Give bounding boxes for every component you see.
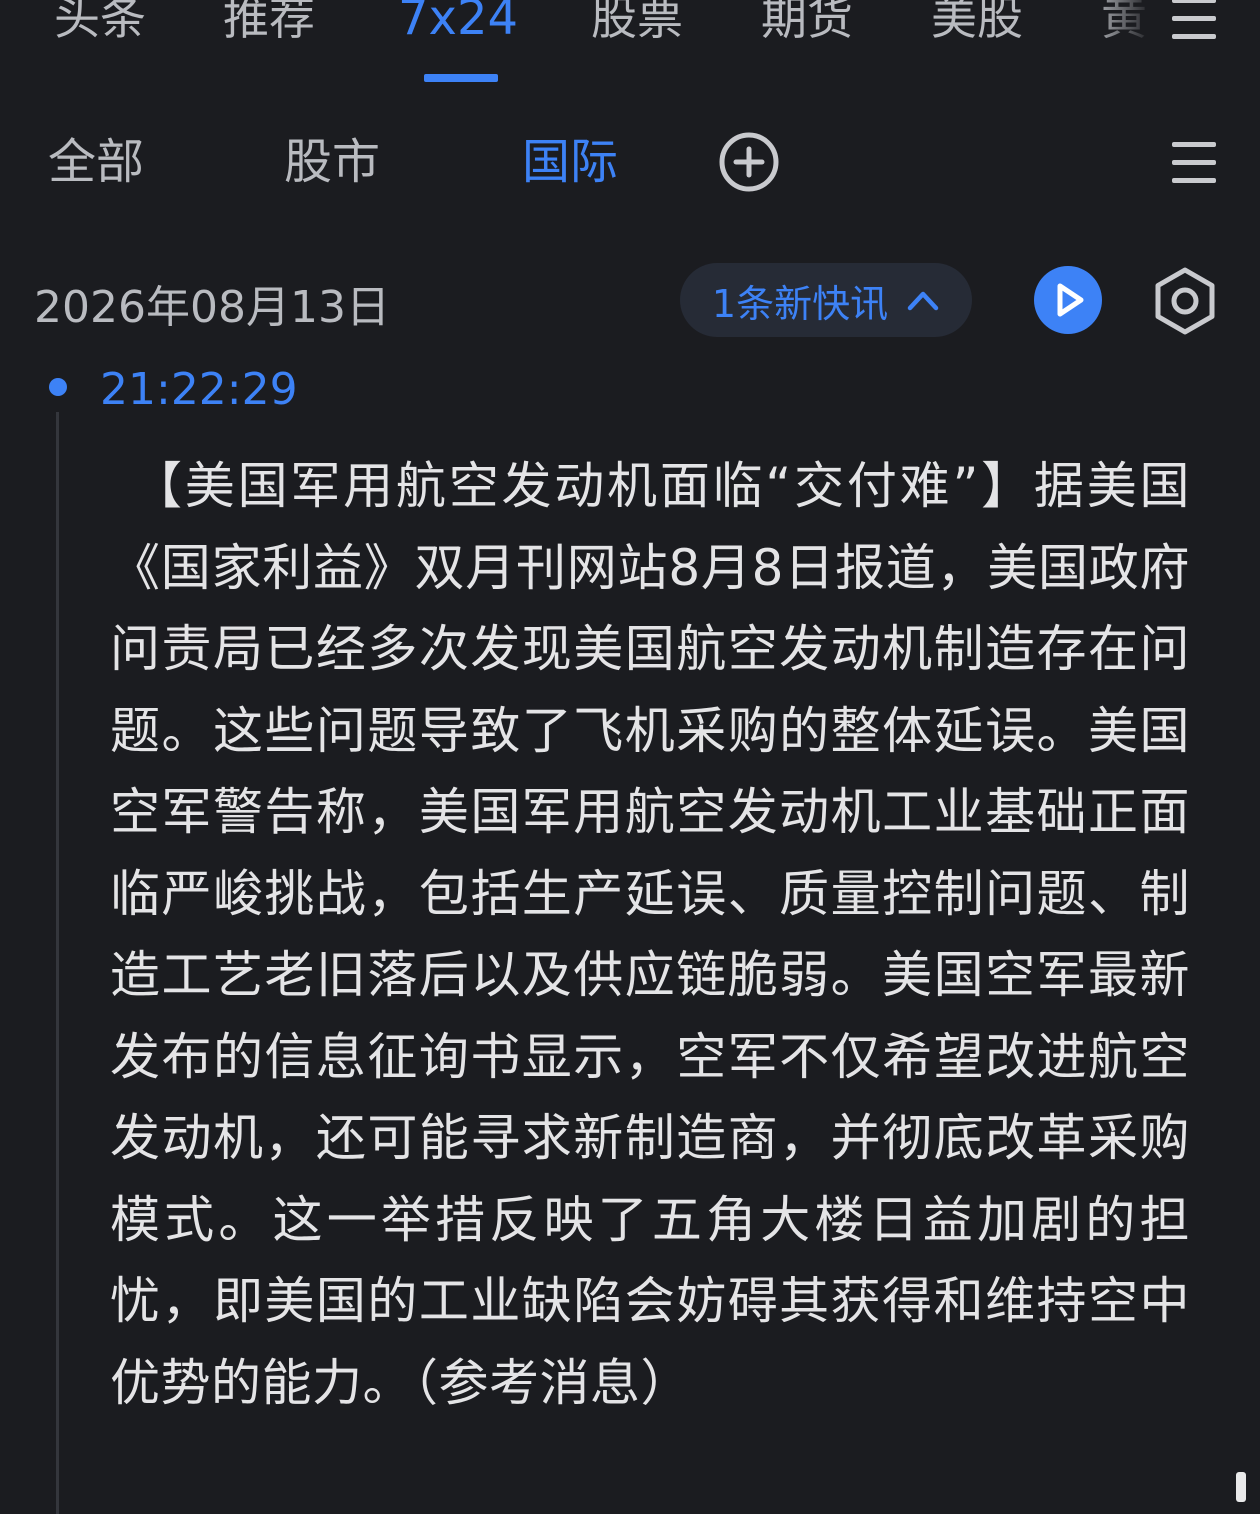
top-tab-us-stocks[interactable]: 美股: [931, 0, 1023, 50]
new-flash-label: 1条新快讯: [711, 281, 889, 326]
news-timestamp: 21:22:29: [100, 364, 298, 415]
top-tab-bar: 头条 推荐 7x24 股票 期货 美股 黄: [0, 0, 1260, 100]
scrollbar-thumb[interactable]: [1236, 1472, 1246, 1502]
chevron-up-icon: [907, 291, 939, 311]
filter-tab-all[interactable]: 全部: [48, 132, 144, 192]
new-flash-button[interactable]: 1条新快讯: [680, 263, 972, 337]
settings-icon[interactable]: [1152, 266, 1218, 336]
top-tab-stocks[interactable]: 股票: [591, 0, 683, 50]
menu-icon[interactable]: [1172, 0, 1216, 39]
play-button[interactable]: [1034, 266, 1102, 334]
filter-tab-stock-market[interactable]: 股市: [284, 132, 380, 192]
date-label: 2026年08月13日: [34, 282, 390, 333]
play-icon: [1057, 283, 1084, 317]
top-tab-7x24[interactable]: 7x24: [398, 0, 518, 50]
top-tab-futures[interactable]: 期货: [761, 0, 853, 50]
top-tab-active-indicator: [424, 74, 498, 82]
timeline-dot: [49, 378, 67, 396]
top-tab-headlines[interactable]: 头条: [54, 0, 146, 50]
news-body: 【美国军用航空发动机面临“交付难”】据美国《国家利益》双月刊网站8月8日报道，美…: [110, 457, 1190, 1412]
filter-tab-international[interactable]: 国际: [522, 132, 618, 192]
add-circle-icon[interactable]: [717, 130, 781, 194]
top-tab-fade: [1090, 0, 1180, 60]
top-tab-recommended[interactable]: 推荐: [223, 0, 315, 50]
filter-menu-icon[interactable]: [1172, 142, 1216, 183]
timeline-line: [56, 412, 59, 1514]
